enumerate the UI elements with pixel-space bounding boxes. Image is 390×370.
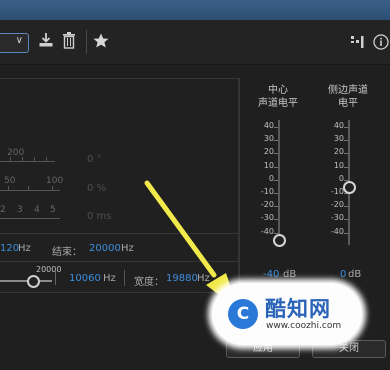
watermark: C 酷知网 www.coozhi.com (212, 283, 362, 345)
watermark-logo: C (228, 299, 258, 329)
watermark-title: 酷知网 (265, 297, 331, 321)
watermark-url: www.coozhi.com (266, 321, 342, 331)
